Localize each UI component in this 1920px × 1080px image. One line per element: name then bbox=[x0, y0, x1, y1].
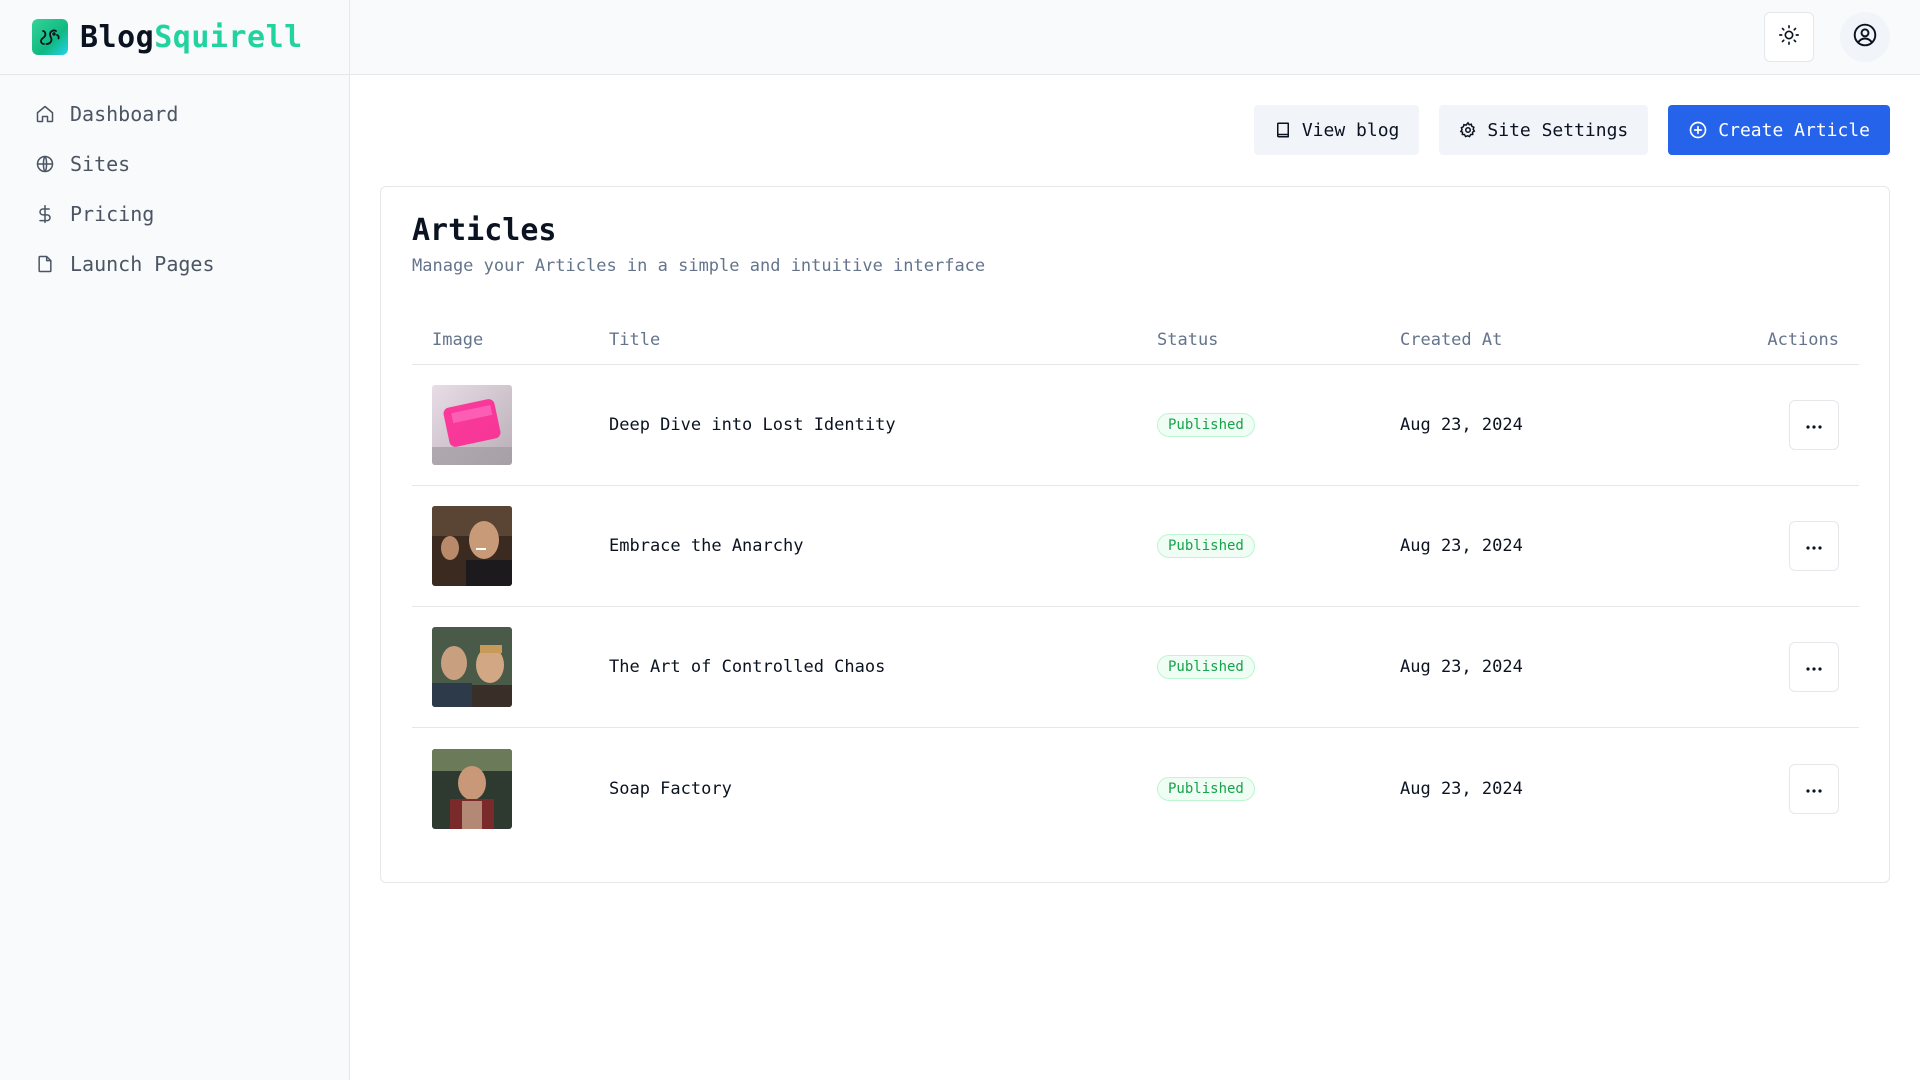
page-title: Articles bbox=[412, 213, 557, 248]
row-actions-button[interactable] bbox=[1789, 642, 1839, 692]
create-article-label: Create Article bbox=[1718, 119, 1870, 141]
sidebar-item-dashboard[interactable]: Dashboard bbox=[24, 89, 349, 139]
site-settings-label: Site Settings bbox=[1487, 119, 1629, 141]
main-content: View blog Site Settings Create Article A… bbox=[350, 76, 1920, 1080]
dollar-icon bbox=[34, 203, 56, 225]
brand-name-part1: Blog bbox=[80, 19, 155, 55]
article-title[interactable]: The Art of Controlled Chaos bbox=[609, 657, 1157, 677]
top-bar bbox=[350, 0, 1920, 75]
row-actions-button[interactable] bbox=[1789, 521, 1839, 571]
file-icon bbox=[34, 253, 56, 275]
sidebar-item-label: Dashboard bbox=[70, 102, 179, 126]
column-header-image: Image bbox=[432, 329, 484, 350]
page-subtitle: Manage your Articles in a simple and int… bbox=[412, 256, 986, 276]
status-badge: Published bbox=[1157, 655, 1255, 679]
sidebar-nav: Dashboard Sites Pricing Launch Pages bbox=[0, 75, 349, 289]
brand-name: BlogSquirell bbox=[80, 20, 303, 55]
status-badge: Published bbox=[1157, 534, 1255, 558]
articles-table: Image Title Status Created At Actions De… bbox=[412, 315, 1859, 849]
table-row[interactable]: Deep Dive into Lost Identity Published A… bbox=[412, 365, 1859, 486]
create-article-button[interactable]: Create Article bbox=[1668, 105, 1890, 155]
status-badge: Published bbox=[1157, 776, 1255, 801]
row-actions-button[interactable] bbox=[1789, 400, 1839, 450]
brand[interactable]: BlogSquirell bbox=[0, 0, 349, 75]
status-badge: Published bbox=[1157, 413, 1255, 437]
view-blog-label: View blog bbox=[1301, 119, 1400, 141]
article-title[interactable]: Deep Dive into Lost Identity bbox=[609, 415, 1157, 435]
sidebar-item-launch-pages[interactable]: Launch Pages bbox=[24, 239, 349, 289]
more-horizontal-icon bbox=[1805, 779, 1823, 799]
article-thumbnail[interactable] bbox=[432, 385, 512, 465]
view-blog-button[interactable]: View blog bbox=[1253, 105, 1420, 155]
user-menu-button[interactable] bbox=[1840, 12, 1890, 62]
plus-circle-icon bbox=[1688, 120, 1708, 140]
article-created-at: Aug 23, 2024 bbox=[1400, 536, 1523, 556]
more-horizontal-icon bbox=[1805, 657, 1823, 677]
column-header-actions: Actions bbox=[1767, 329, 1839, 350]
sidebar-item-pricing[interactable]: Pricing bbox=[24, 189, 349, 239]
table-row[interactable]: Embrace the Anarchy Published Aug 23, 20… bbox=[412, 486, 1859, 607]
row-actions-button[interactable] bbox=[1789, 763, 1839, 814]
page-actions: View blog Site Settings Create Article bbox=[1253, 105, 1890, 155]
article-thumbnail[interactable] bbox=[432, 627, 512, 707]
column-header-status: Status bbox=[1157, 329, 1219, 350]
book-icon bbox=[1274, 121, 1292, 139]
more-horizontal-icon bbox=[1805, 415, 1823, 435]
squirrel-icon bbox=[32, 19, 68, 55]
column-header-created-at: Created At bbox=[1400, 329, 1503, 350]
home-icon bbox=[34, 103, 56, 125]
article-created-at: Aug 23, 2024 bbox=[1400, 415, 1523, 435]
sidebar-item-sites[interactable]: Sites bbox=[24, 139, 349, 189]
sidebar-item-label: Sites bbox=[70, 152, 131, 176]
site-settings-button[interactable]: Site Settings bbox=[1439, 105, 1649, 155]
brand-name-part2: Squirell bbox=[154, 19, 303, 55]
article-title[interactable]: Embrace the Anarchy bbox=[609, 536, 1157, 556]
more-horizontal-icon bbox=[1805, 536, 1823, 556]
article-thumbnail[interactable] bbox=[432, 506, 512, 586]
sidebar: BlogSquirell Dashboard Sites Pricing Lau… bbox=[0, 0, 350, 1080]
articles-card: Articles Manage your Articles in a simpl… bbox=[380, 186, 1890, 883]
article-created-at: Aug 23, 2024 bbox=[1400, 778, 1523, 799]
article-thumbnail[interactable] bbox=[432, 748, 512, 829]
table-row[interactable]: Soap Factory Published Aug 23, 2024 bbox=[412, 728, 1859, 849]
table-row[interactable]: The Art of Controlled Chaos Published Au… bbox=[412, 607, 1859, 728]
user-circle-icon bbox=[1852, 22, 1878, 52]
table-header: Image Title Status Created At Actions bbox=[412, 315, 1859, 365]
column-header-title: Title bbox=[609, 329, 661, 350]
globe-icon bbox=[34, 153, 56, 175]
sidebar-item-label: Pricing bbox=[70, 202, 155, 226]
article-title[interactable]: Soap Factory bbox=[609, 779, 1157, 799]
sun-icon bbox=[1778, 24, 1800, 50]
gear-icon bbox=[1459, 121, 1477, 139]
article-created-at: Aug 23, 2024 bbox=[1400, 657, 1523, 677]
sidebar-item-label: Launch Pages bbox=[70, 252, 215, 276]
theme-toggle-button[interactable] bbox=[1764, 12, 1814, 62]
